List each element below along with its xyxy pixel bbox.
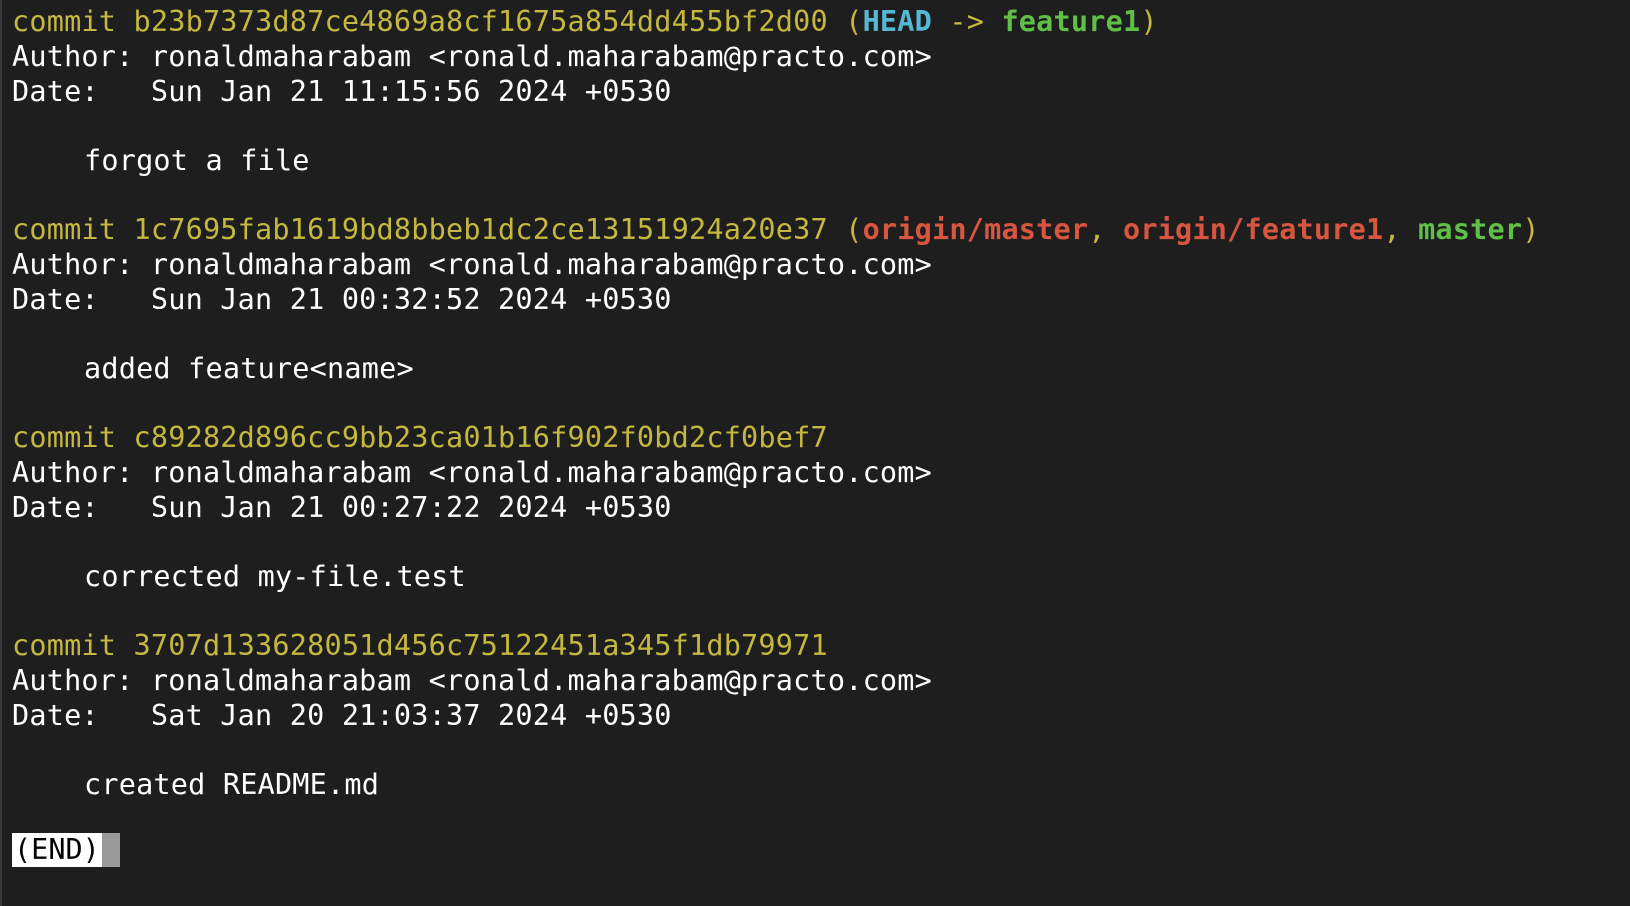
author-value: ronaldmaharabam <ronald.maharabam@practo… — [150, 40, 933, 73]
date-value: Sun Jan 21 11:15:56 2024 +0530 — [150, 75, 672, 108]
date-line: Date: Sat Jan 20 21:03:37 2024 +0530 — [12, 698, 672, 734]
author-line: Author: ronaldmaharabam <ronald.maharaba… — [12, 247, 932, 283]
date-label: Date: — [12, 283, 99, 316]
commit-line: commit b23b7373d87ce4869a8cf1675a854dd45… — [12, 4, 1158, 40]
ref-close-paren: ) — [1140, 5, 1158, 38]
commit-message: corrected my-file.test — [84, 560, 466, 593]
ref-close-paren: ) — [1522, 213, 1540, 246]
date-value: Sun Jan 21 00:32:52 2024 +0530 — [150, 283, 672, 316]
ref-open-paren: ( — [845, 213, 863, 246]
date-label: Date: — [12, 491, 99, 524]
terminal-window[interactable]: commit b23b7373d87ce4869a8cf1675a854dd45… — [0, 0, 1630, 906]
date-value: Sun Jan 21 00:27:22 2024 +0530 — [150, 491, 672, 524]
commit-keyword: commit — [12, 629, 117, 662]
commit-message: created README.md — [84, 768, 380, 801]
date-value: Sat Jan 20 21:03:37 2024 +0530 — [150, 699, 672, 732]
commit-hash: 1c7695fab1619bd8bbeb1dc2ce13151924a20e37 — [133, 213, 828, 246]
head-ref: HEAD — [862, 5, 933, 38]
commit-keyword: commit — [12, 421, 117, 454]
date-line: Date: Sun Jan 21 00:32:52 2024 +0530 — [12, 282, 672, 318]
date-label: Date: — [12, 75, 99, 108]
commit-line: commit 3707d133628051d456c75122451a345f1… — [12, 628, 828, 664]
commit-keyword: commit — [12, 5, 117, 38]
author-label: Author: — [12, 248, 134, 281]
commit-message: added feature<name> — [84, 352, 414, 385]
local-branch-ref: feature1 — [1001, 5, 1141, 38]
date-line: Date: Sun Jan 21 00:27:22 2024 +0530 — [12, 490, 672, 526]
end-marker: (END) — [12, 833, 102, 867]
date-line: Date: Sun Jan 21 11:15:56 2024 +0530 — [12, 74, 672, 110]
author-line: Author: ronaldmaharabam <ronald.maharaba… — [12, 39, 932, 75]
author-line: Author: ronaldmaharabam <ronald.maharaba… — [12, 663, 932, 699]
remote-branch-ref: origin/feature1 — [1122, 213, 1384, 246]
author-label: Author: — [12, 456, 134, 489]
date-label: Date: — [12, 699, 99, 732]
author-value: ronaldmaharabam <ronald.maharabam@practo… — [150, 456, 933, 489]
remote-branch-ref: origin/master — [862, 213, 1089, 246]
commit-message: forgot a file — [84, 144, 310, 177]
commit-hash: c89282d896cc9bb23ca01b16f902f0bd2cf0bef7 — [133, 421, 828, 454]
commit-hash: 3707d133628051d456c75122451a345f1db79971 — [133, 629, 828, 662]
author-value: ronaldmaharabam <ronald.maharabam@practo… — [150, 248, 933, 281]
local-branch-ref: master — [1418, 213, 1523, 246]
ref-separator: , — [1088, 213, 1123, 246]
text-cursor — [101, 833, 120, 867]
ref-open-paren: ( — [845, 5, 863, 38]
pager-prompt[interactable]: (END) — [12, 833, 120, 867]
author-value: ronaldmaharabam <ronald.maharabam@practo… — [150, 664, 933, 697]
head-arrow: -> — [932, 5, 1002, 38]
ref-separator: , — [1383, 213, 1419, 246]
commit-line: commit c89282d896cc9bb23ca01b16f902f0bd2… — [12, 420, 828, 456]
author-label: Author: — [12, 40, 134, 73]
commit-keyword: commit — [12, 213, 117, 246]
commit-hash: b23b7373d87ce4869a8cf1675a854dd455bf2d00 — [133, 5, 828, 38]
author-label: Author: — [12, 664, 134, 697]
commit-line: commit 1c7695fab1619bd8bbeb1dc2ce1315192… — [12, 212, 1540, 248]
author-line: Author: ronaldmaharabam <ronald.maharaba… — [12, 455, 932, 491]
